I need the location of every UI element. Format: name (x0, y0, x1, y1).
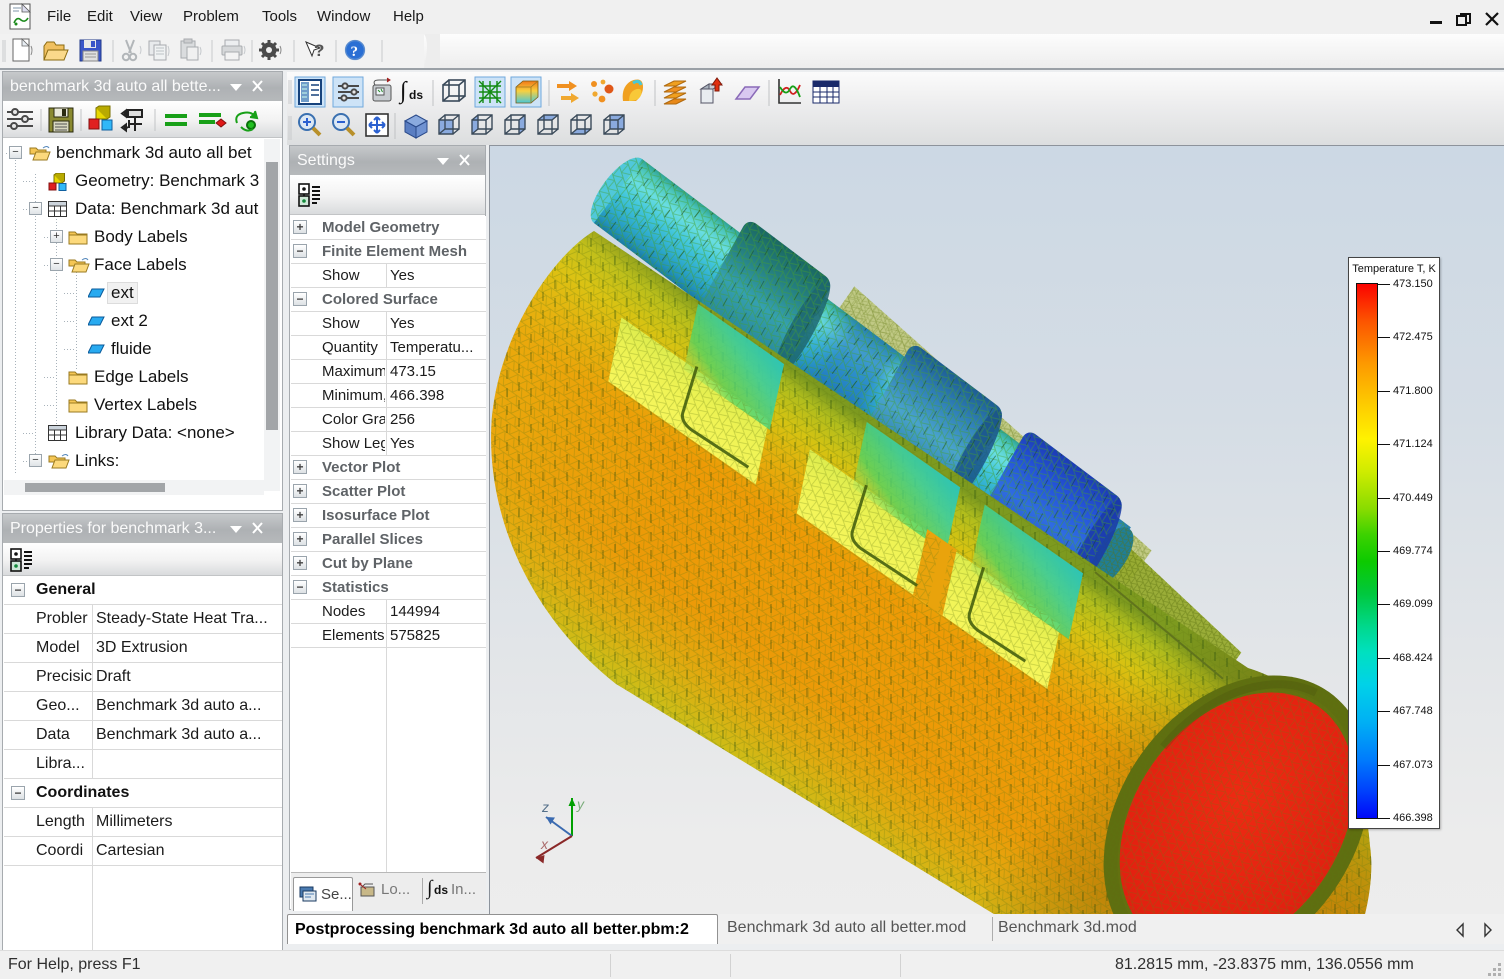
svg-text:?: ? (351, 44, 359, 60)
svg-text:x: x (540, 836, 549, 852)
svg-text:z: z (541, 799, 549, 815)
svg-text:ds: ds (409, 88, 423, 102)
svg-text:?: ? (314, 41, 324, 60)
svg-text:y: y (576, 796, 585, 812)
svg-text:∫: ∫ (398, 78, 408, 105)
